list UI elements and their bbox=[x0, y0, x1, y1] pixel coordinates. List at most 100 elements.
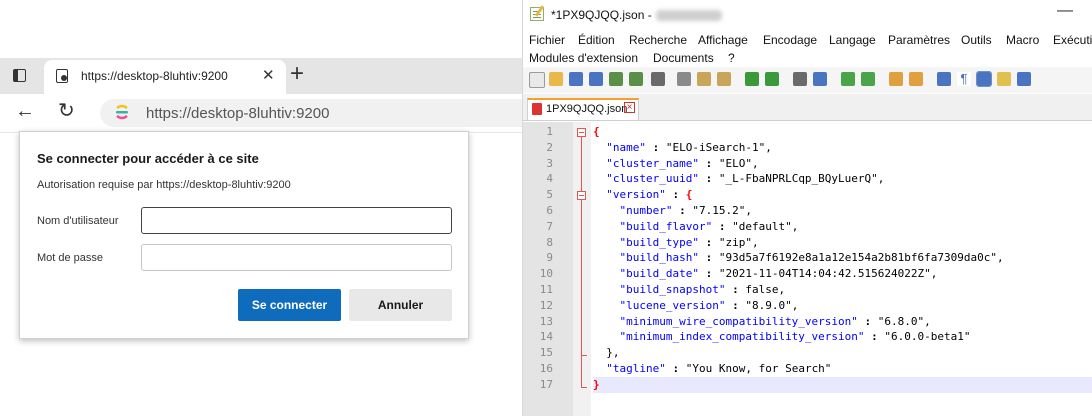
line-number: 7 bbox=[546, 219, 553, 233]
open-file-icon[interactable] bbox=[549, 72, 563, 86]
fold-toggle-icon[interactable] bbox=[577, 128, 586, 137]
close-all-icon[interactable] bbox=[629, 72, 643, 86]
fold-line bbox=[581, 137, 582, 387]
password-label: Mot de passe bbox=[37, 252, 104, 264]
json-value: false, bbox=[745, 283, 786, 296]
json-key: "version" bbox=[606, 188, 666, 202]
browser-tab[interactable]: https://desktop-8luhtiv:9200 ✕ bbox=[44, 60, 286, 94]
password-input[interactable] bbox=[141, 244, 452, 271]
menu-bar: Fichier Édition Recherche Affichage Enco… bbox=[523, 31, 1092, 67]
code-line: "build_date" : "2021-11-04T14:04:42.5156… bbox=[593, 266, 1092, 282]
menu-langage[interactable]: Langage bbox=[829, 33, 876, 47]
line-number: 1 bbox=[546, 125, 553, 138]
line-number: 17 bbox=[539, 377, 553, 391]
find-icon[interactable] bbox=[793, 72, 807, 86]
new-file-icon[interactable] bbox=[529, 72, 545, 88]
json-key: "minimum_index_compatibility_version" bbox=[619, 330, 865, 344]
save-icon[interactable] bbox=[569, 72, 583, 86]
word-wrap-icon[interactable] bbox=[937, 72, 951, 86]
json-value: "ELO", bbox=[718, 156, 759, 170]
json-separator: : bbox=[646, 140, 666, 154]
sync-vertical-icon[interactable] bbox=[889, 72, 903, 86]
menu-macro[interactable]: Macro bbox=[1006, 33, 1039, 47]
menu-fichier[interactable]: Fichier bbox=[529, 33, 565, 47]
sign-in-button[interactable]: Se connecter bbox=[238, 289, 341, 321]
fold-margin[interactable] bbox=[573, 122, 591, 416]
paste-icon[interactable] bbox=[717, 72, 731, 86]
menu-parametres[interactable]: Paramètres bbox=[888, 33, 950, 47]
back-arrow-icon[interactable]: ← bbox=[15, 100, 35, 123]
json-key: "cluster_name" bbox=[606, 156, 699, 170]
json-brace: { bbox=[593, 125, 600, 138]
username-input[interactable] bbox=[141, 207, 452, 234]
json-key: "minimum_wire_compatibility_version" bbox=[619, 314, 858, 328]
menu-executer[interactable]: Exécuti bbox=[1053, 33, 1092, 47]
indent-guide-icon[interactable] bbox=[976, 71, 992, 87]
replace-icon[interactable] bbox=[813, 72, 827, 86]
copy-icon[interactable] bbox=[697, 72, 711, 86]
print-icon[interactable] bbox=[651, 72, 665, 86]
menu-modules[interactable]: Modules d'extension bbox=[529, 51, 638, 65]
tab-close-icon[interactable]: ✕ bbox=[262, 66, 275, 84]
show-all-chars-icon[interactable]: ¶ bbox=[957, 72, 971, 86]
menu-edition[interactable]: Édition bbox=[578, 33, 615, 47]
json-value: "6.8.0", bbox=[877, 314, 931, 328]
new-tab-button[interactable]: + bbox=[290, 62, 304, 86]
line-number: 2 bbox=[546, 140, 553, 154]
undo-icon[interactable] bbox=[745, 72, 759, 86]
cut-icon[interactable] bbox=[677, 72, 691, 86]
menu-outils[interactable]: Outils bbox=[961, 33, 992, 47]
line-number: 16 bbox=[539, 362, 553, 375]
zoom-out-icon[interactable] bbox=[861, 72, 875, 86]
json-key: "cluster_uuid" bbox=[606, 172, 699, 186]
site-logo-icon bbox=[116, 104, 128, 120]
url-text[interactable]: https://desktop-8luhtiv:9200 bbox=[146, 105, 329, 122]
json-key: "number" bbox=[619, 204, 673, 217]
language-icon[interactable] bbox=[997, 72, 1011, 86]
json-value: "2021-11-04T14:04:42.515624022Z", bbox=[718, 267, 938, 281]
menu-documents[interactable]: Documents bbox=[653, 51, 714, 65]
cancel-button[interactable]: Annuler bbox=[349, 289, 452, 321]
notepad-app-icon bbox=[530, 7, 544, 21]
code-line: "name" : "ELO-iSearch-1", bbox=[593, 140, 1092, 156]
unsaved-file-icon bbox=[532, 103, 542, 115]
json-key: "tagline" bbox=[606, 362, 666, 375]
editor-text-area[interactable]: { "name" : "ELO-iSearch-1", "cluster_nam… bbox=[593, 122, 1092, 416]
save-all-icon[interactable] bbox=[589, 72, 603, 86]
line-number: 11 bbox=[539, 283, 553, 296]
menu-encodage[interactable]: Encodage bbox=[763, 33, 817, 47]
reload-icon[interactable]: ↻ bbox=[58, 98, 75, 123]
json-separator: : bbox=[698, 267, 719, 281]
code-line: } bbox=[593, 376, 1092, 393]
file-tab[interactable]: 1PX9QJQQ.json × bbox=[527, 98, 639, 120]
minimize-button[interactable]: — bbox=[1057, 2, 1073, 20]
code-line: "build_hash" : "93d5a7f6192e8a1a12e154a2… bbox=[593, 250, 1092, 266]
window-title-text: *1PX9QJQQ.json - bbox=[551, 8, 652, 22]
code-line: "number" : "7.15.2", bbox=[593, 203, 1092, 219]
menu-affichage[interactable]: Affichage bbox=[698, 33, 748, 47]
sync-horizontal-icon[interactable] bbox=[909, 72, 923, 86]
doc-map-icon[interactable] bbox=[1017, 72, 1031, 86]
line-number: 10 bbox=[539, 267, 553, 281]
json-value: "default", bbox=[732, 219, 799, 233]
close-file-icon[interactable] bbox=[609, 72, 623, 86]
code-line: }, bbox=[593, 345, 1092, 361]
redo-icon[interactable] bbox=[765, 72, 779, 86]
menu-recherche[interactable]: Recherche bbox=[629, 33, 687, 47]
json-separator: : bbox=[725, 283, 746, 296]
zoom-in-icon[interactable] bbox=[841, 72, 855, 86]
json-value: "ELO-iSearch-1", bbox=[665, 140, 772, 154]
fold-toggle-icon[interactable] bbox=[577, 191, 586, 200]
tab-actions-icon[interactable] bbox=[8, 66, 32, 88]
json-key: "name" bbox=[606, 140, 646, 154]
username-label: Nom d'utilisateur bbox=[37, 215, 119, 227]
file-tab-close-icon[interactable]: × bbox=[624, 102, 635, 113]
json-value: "7.15.2", bbox=[692, 204, 752, 217]
menu-help[interactable]: ? bbox=[728, 51, 735, 65]
